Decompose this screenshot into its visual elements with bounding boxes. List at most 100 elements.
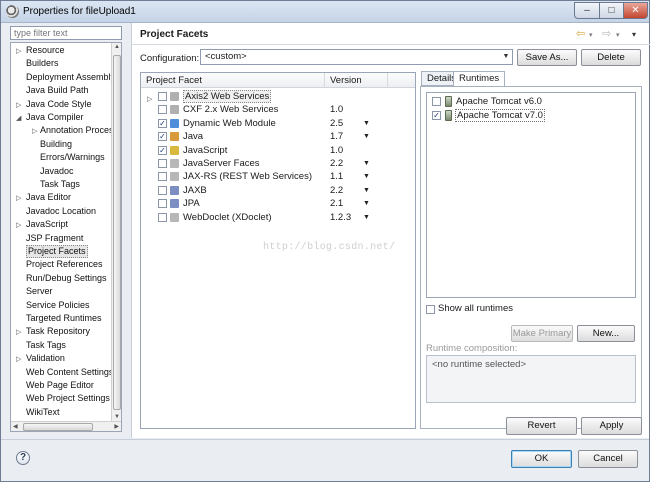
tree-item[interactable]: Web Project Settings (26, 392, 110, 405)
maximize-button[interactable]: □ (599, 2, 624, 19)
tree-item[interactable]: Task Repository (26, 325, 90, 338)
runtime-row[interactable]: ✓ Apache Tomcat v7.0 (427, 109, 635, 122)
scroll-thumb[interactable] (113, 55, 121, 410)
tree-horizontal-scrollbar[interactable]: ◀ ▶ (11, 421, 121, 431)
expand-twisty-icon[interactable]: ◢ (16, 114, 21, 122)
view-menu-icon[interactable]: ▾ (632, 30, 636, 39)
show-all-runtimes-checkbox[interactable] (426, 305, 435, 314)
tree-item[interactable]: Task Tags (40, 178, 80, 191)
help-icon[interactable]: ? (16, 451, 30, 465)
tree-item[interactable]: Java Code Style (26, 98, 92, 111)
facet-checkbox[interactable] (158, 185, 167, 195)
new-runtime-button[interactable]: New... (577, 325, 635, 342)
tree-item[interactable]: Java Build Path (26, 84, 89, 97)
facet-row[interactable]: JAX-RS (REST Web Services) 1.1 ▼ (141, 170, 415, 183)
facet-version[interactable]: 1.0 (330, 144, 343, 157)
tree-item[interactable]: Java Editor (26, 191, 71, 204)
tab-runtimes[interactable]: Runtimes (453, 71, 506, 87)
version-dropdown-icon[interactable]: ▼ (363, 170, 370, 183)
tree-item[interactable]: Building (40, 138, 72, 151)
show-all-runtimes-label[interactable]: Show all runtimes (438, 303, 513, 314)
version-dropdown-icon[interactable]: ▼ (363, 197, 370, 210)
configuration-select[interactable]: <custom> ▼ (200, 49, 513, 65)
facet-checkbox[interactable] (158, 92, 167, 101)
tree-item[interactable]: Javadoc Location (26, 205, 96, 218)
version-dropdown-icon[interactable]: ▼ (363, 130, 370, 143)
facet-row[interactable]: WebDoclet (XDoclet) 1.2.3 ▼ (141, 211, 415, 224)
tree-item[interactable]: Task Tags (26, 339, 66, 352)
facet-row[interactable]: JPA 2.1 ▼ (141, 197, 415, 210)
tree-item[interactable]: Deployment Assembly (26, 71, 115, 84)
facet-checkbox[interactable] (158, 105, 167, 115)
facet-row[interactable]: ▷ Axis2 Web Services (141, 90, 415, 103)
facet-checkbox[interactable] (158, 212, 167, 222)
version-dropdown-icon[interactable]: ▼ (363, 157, 370, 170)
tree-item[interactable]: Run/Debug Settings (26, 272, 107, 285)
tree-item[interactable]: Builders (26, 57, 59, 70)
close-button[interactable]: ✕ (623, 2, 648, 19)
facet-version[interactable]: 1.1 (330, 170, 343, 183)
minimize-button[interactable]: – (574, 2, 600, 19)
save-as-button[interactable]: Save As... (517, 49, 577, 66)
scroll-up-icon[interactable]: ▲ (114, 44, 120, 50)
tree-item[interactable]: Project References (26, 258, 103, 271)
tree-item[interactable]: Java Compiler (26, 111, 84, 124)
tree-item[interactable]: Web Content Settings (26, 366, 113, 379)
ok-button[interactable]: OK (511, 450, 572, 468)
filter-input[interactable] (10, 26, 122, 40)
tree-item[interactable]: Annotation Processing (40, 124, 121, 137)
tree-item[interactable]: Javadoc (40, 165, 74, 178)
scroll-thumb[interactable] (23, 423, 93, 431)
runtime-checkbox[interactable]: ✓ (432, 111, 441, 120)
facet-checkbox[interactable]: ✓ (158, 145, 167, 155)
column-project-facet[interactable]: Project Facet (146, 75, 202, 86)
version-dropdown-icon[interactable]: ▼ (363, 211, 370, 224)
tree-item[interactable]: Service Policies (26, 299, 90, 312)
expand-twisty-icon[interactable]: ▷ (16, 47, 21, 55)
expand-twisty-icon[interactable]: ▷ (16, 194, 21, 202)
scroll-down-icon[interactable]: ▼ (114, 414, 120, 420)
tree-item[interactable]: Project Facets (26, 245, 88, 258)
facet-version[interactable]: 2.5 (330, 117, 343, 130)
forward-arrow-icon[interactable]: ⇨ (602, 27, 611, 40)
revert-button[interactable]: Revert (506, 417, 577, 435)
column-version[interactable]: Version (330, 75, 362, 86)
scroll-right-icon[interactable]: ▶ (114, 423, 119, 430)
forward-menu-icon[interactable]: ▾ (616, 31, 620, 39)
facet-row[interactable]: ✓ Dynamic Web Module 2.5 ▼ (141, 117, 415, 130)
tree-item[interactable]: JavaScript (26, 218, 68, 231)
tree-item[interactable]: Errors/Warnings (40, 151, 105, 164)
expand-twisty-icon[interactable]: ▷ (16, 328, 21, 336)
facet-version[interactable]: 2.2 (330, 184, 343, 197)
facet-row[interactable]: CXF 2.x Web Services 1.0 (141, 103, 415, 116)
facet-checkbox[interactable]: ✓ (158, 118, 167, 128)
tree-item[interactable]: WikiText (26, 406, 60, 419)
facet-row[interactable]: ✓ JavaScript 1.0 (141, 144, 415, 157)
facet-row[interactable]: JavaServer Faces 2.2 ▼ (141, 157, 415, 170)
back-arrow-icon[interactable]: ⇦ (576, 27, 585, 40)
facet-version[interactable]: 2.2 (330, 157, 343, 170)
runtime-row[interactable]: Apache Tomcat v6.0 (427, 95, 635, 108)
facet-checkbox[interactable] (158, 159, 167, 168)
tree-item[interactable]: Web Page Editor (26, 379, 94, 392)
cancel-button[interactable]: Cancel (578, 450, 638, 468)
tree-item[interactable]: Targeted Runtimes (26, 312, 102, 325)
expand-twisty-icon[interactable]: ▷ (16, 355, 21, 363)
facet-version[interactable]: 1.0 (330, 103, 343, 116)
facet-checkbox[interactable]: ✓ (158, 132, 167, 142)
tree-item[interactable]: Validation (26, 352, 65, 365)
facet-version[interactable]: 1.2.3 (330, 211, 351, 224)
expand-twisty-icon[interactable]: ▷ (16, 221, 21, 229)
runtime-checkbox[interactable] (432, 97, 441, 106)
scroll-left-icon[interactable]: ◀ (13, 423, 18, 430)
expand-twisty-icon[interactable]: ▷ (32, 127, 37, 135)
facet-row[interactable]: JAXB 2.2 ▼ (141, 184, 415, 197)
tree-item[interactable]: JSP Fragment (26, 232, 83, 245)
tree-vertical-scrollbar[interactable]: ▲ ▼ (111, 43, 121, 421)
make-primary-button[interactable]: Make Primary (511, 325, 573, 342)
expand-twisty-icon[interactable]: ▷ (16, 101, 21, 109)
tree-item[interactable]: Server (26, 285, 53, 298)
facet-checkbox[interactable] (158, 172, 167, 182)
facet-version[interactable]: 1.7 (330, 130, 343, 143)
version-dropdown-icon[interactable]: ▼ (363, 184, 370, 197)
